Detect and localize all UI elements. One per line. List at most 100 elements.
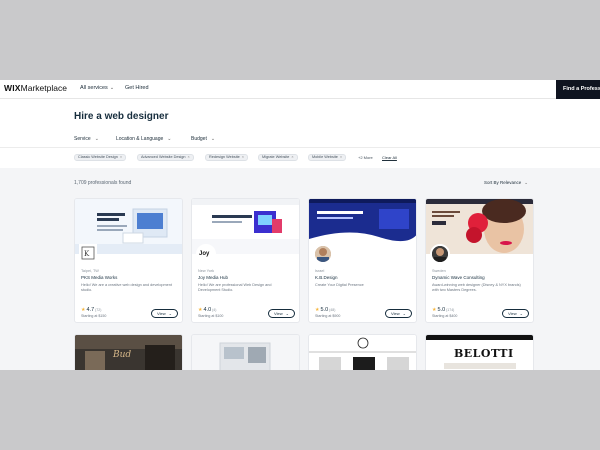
chip-label: Mobile Website [312,155,338,159]
filter-chip[interactable]: Advanced Website Design × [137,154,194,161]
logo-brand: WIX [4,83,21,93]
pro-location: Sweden [432,269,446,273]
chevron-down-icon: ⌄ [167,136,172,142]
chevron-down-icon: ⌄ [285,311,289,316]
more-filters-link[interactable]: +2 More [358,155,373,160]
profile-photo [315,246,331,262]
all-services-menu[interactable]: All services ⌄ [80,85,114,91]
sort-label: Sort By Relevance [484,180,522,185]
all-services-label: All services [80,85,108,91]
chevron-down-icon: ⌄ [524,180,529,185]
pro-name[interactable]: PKS Media Works [81,275,117,280]
pro-starting-price: Starting at $100 [198,314,224,318]
close-icon[interactable]: × [242,155,244,159]
pro-name[interactable]: K.B.Design [315,275,338,280]
pro-description: Award-winning web designer (Disney & NYX… [432,283,521,292]
star-icon: ★ [432,307,437,313]
pro-description: Hello! We are a creative web design and … [81,283,172,292]
pro-starting-price: Starting at $150 [81,314,107,318]
filter-chip[interactable]: Classic Website Design × [74,154,127,161]
get-hired-link[interactable]: Get Hired [125,85,149,91]
avatar: Joy [196,244,216,264]
website-preview-image [192,335,299,370]
pro-starting-price: Starting at $900 [315,314,341,318]
chip-label: Advanced Website Design [141,155,186,159]
view-label: View [157,311,166,316]
filter-label: Budget [191,136,207,142]
rating-value: 4.7 [86,307,95,313]
filter-label: Service [74,136,91,142]
wix-marketplace-logo[interactable]: WIXMarketplace [4,83,67,93]
view-button[interactable]: View ⌄ [502,309,529,318]
pro-location: Taipei, TW [81,269,99,273]
pro-card[interactable]: Israel K.B.Design Create Your Digital Pr… [308,198,417,323]
review-count: (174) [446,308,455,312]
pro-rating: ★5.0(48) [315,307,335,313]
top-navigation-bar: WIXMarketplace All services ⌄ Get Hired F… [0,80,600,99]
view-button[interactable]: View ⌄ [151,309,178,318]
pro-card[interactable]: K Taipei, TW PKS Media Works Hello! We a… [74,198,183,323]
avatar: K [79,244,97,262]
page-title: Hire a web designer [74,111,169,122]
profile-photo [432,246,448,262]
header-divider [0,147,600,148]
chevron-down-icon: ⌄ [402,311,406,316]
pro-rating: ★5.0(174) [432,307,454,313]
chip-label: Migrate Website [262,155,290,159]
chip-label: Redesign Website [209,155,240,159]
pro-card[interactable] [308,334,417,370]
results-count: 1,709 professionals found [74,180,132,186]
svg-text:K: K [84,250,90,258]
browser-viewport: WIXMarketplace All services ⌄ Get Hired F… [0,80,600,370]
view-button[interactable]: View ⌄ [385,309,412,318]
view-label: View [508,311,517,316]
pro-card[interactable]: Bud [74,334,183,370]
pro-rating: ★4.0(4) [198,307,216,313]
star-icon: ★ [198,307,203,313]
sort-dropdown[interactable]: Sort By Relevance ⌄ [484,180,528,186]
review-count: (4) [212,308,217,312]
pro-card[interactable]: BELOTTI [425,334,534,370]
rating-value: 5.0 [320,307,329,313]
chevron-down-icon: ⌄ [210,136,216,142]
clear-all-link[interactable]: Clear All [382,155,397,160]
svg-text:Bud: Bud [112,350,131,360]
filter-budget[interactable]: Budget ⌄ [191,136,215,142]
view-button[interactable]: View ⌄ [268,309,295,318]
chevron-down-icon: ⌄ [168,311,172,316]
chevron-down-icon: ⌄ [94,136,99,142]
filter-chip[interactable]: Mobile Website × [308,154,347,161]
rating-value: 5.0 [437,307,446,313]
pks-logo-icon: K [81,246,95,260]
pro-name[interactable]: Dynamic Wave Consulting [432,275,485,280]
close-icon[interactable]: × [187,155,189,159]
pro-description: Hello! We are professional Web Design an… [198,283,272,292]
avatar [430,244,450,264]
close-icon[interactable]: × [340,155,342,159]
find-a-professional-button[interactable]: Find a Professional [556,80,600,99]
pro-card[interactable] [191,334,300,370]
filter-label: Location & Language [116,136,164,142]
view-label: View [274,311,283,316]
view-label: View [391,311,400,316]
pro-card[interactable]: Joy New York Joy Media Hub Hello! We are… [191,198,300,323]
filter-chip[interactable]: Migrate Website × [258,154,298,161]
star-icon: ★ [315,307,320,313]
close-icon[interactable]: × [120,155,122,159]
star-icon: ★ [81,307,86,313]
chevron-down-icon: ⌄ [109,85,115,91]
filter-service[interactable]: Service ⌄ [74,136,99,142]
logo-text: Marketplace [20,83,67,93]
pro-card[interactable]: Sweden Dynamic Wave Consulting Award-win… [425,198,534,323]
website-preview-image [309,335,416,370]
filter-chip[interactable]: Redesign Website × [205,154,248,161]
belotti-brand: BELOTTI [454,347,514,360]
close-icon[interactable]: × [291,155,293,159]
filter-location-language[interactable]: Location & Language ⌄ [116,136,171,142]
pro-name[interactable]: Joy Media Hub [198,275,228,280]
pro-description: Create Your Digital Presence [315,283,364,287]
pro-location: New York [198,269,215,273]
chip-label: Classic Website Design [78,155,118,159]
review-count: (48) [329,308,336,312]
review-count: (72) [95,308,102,312]
